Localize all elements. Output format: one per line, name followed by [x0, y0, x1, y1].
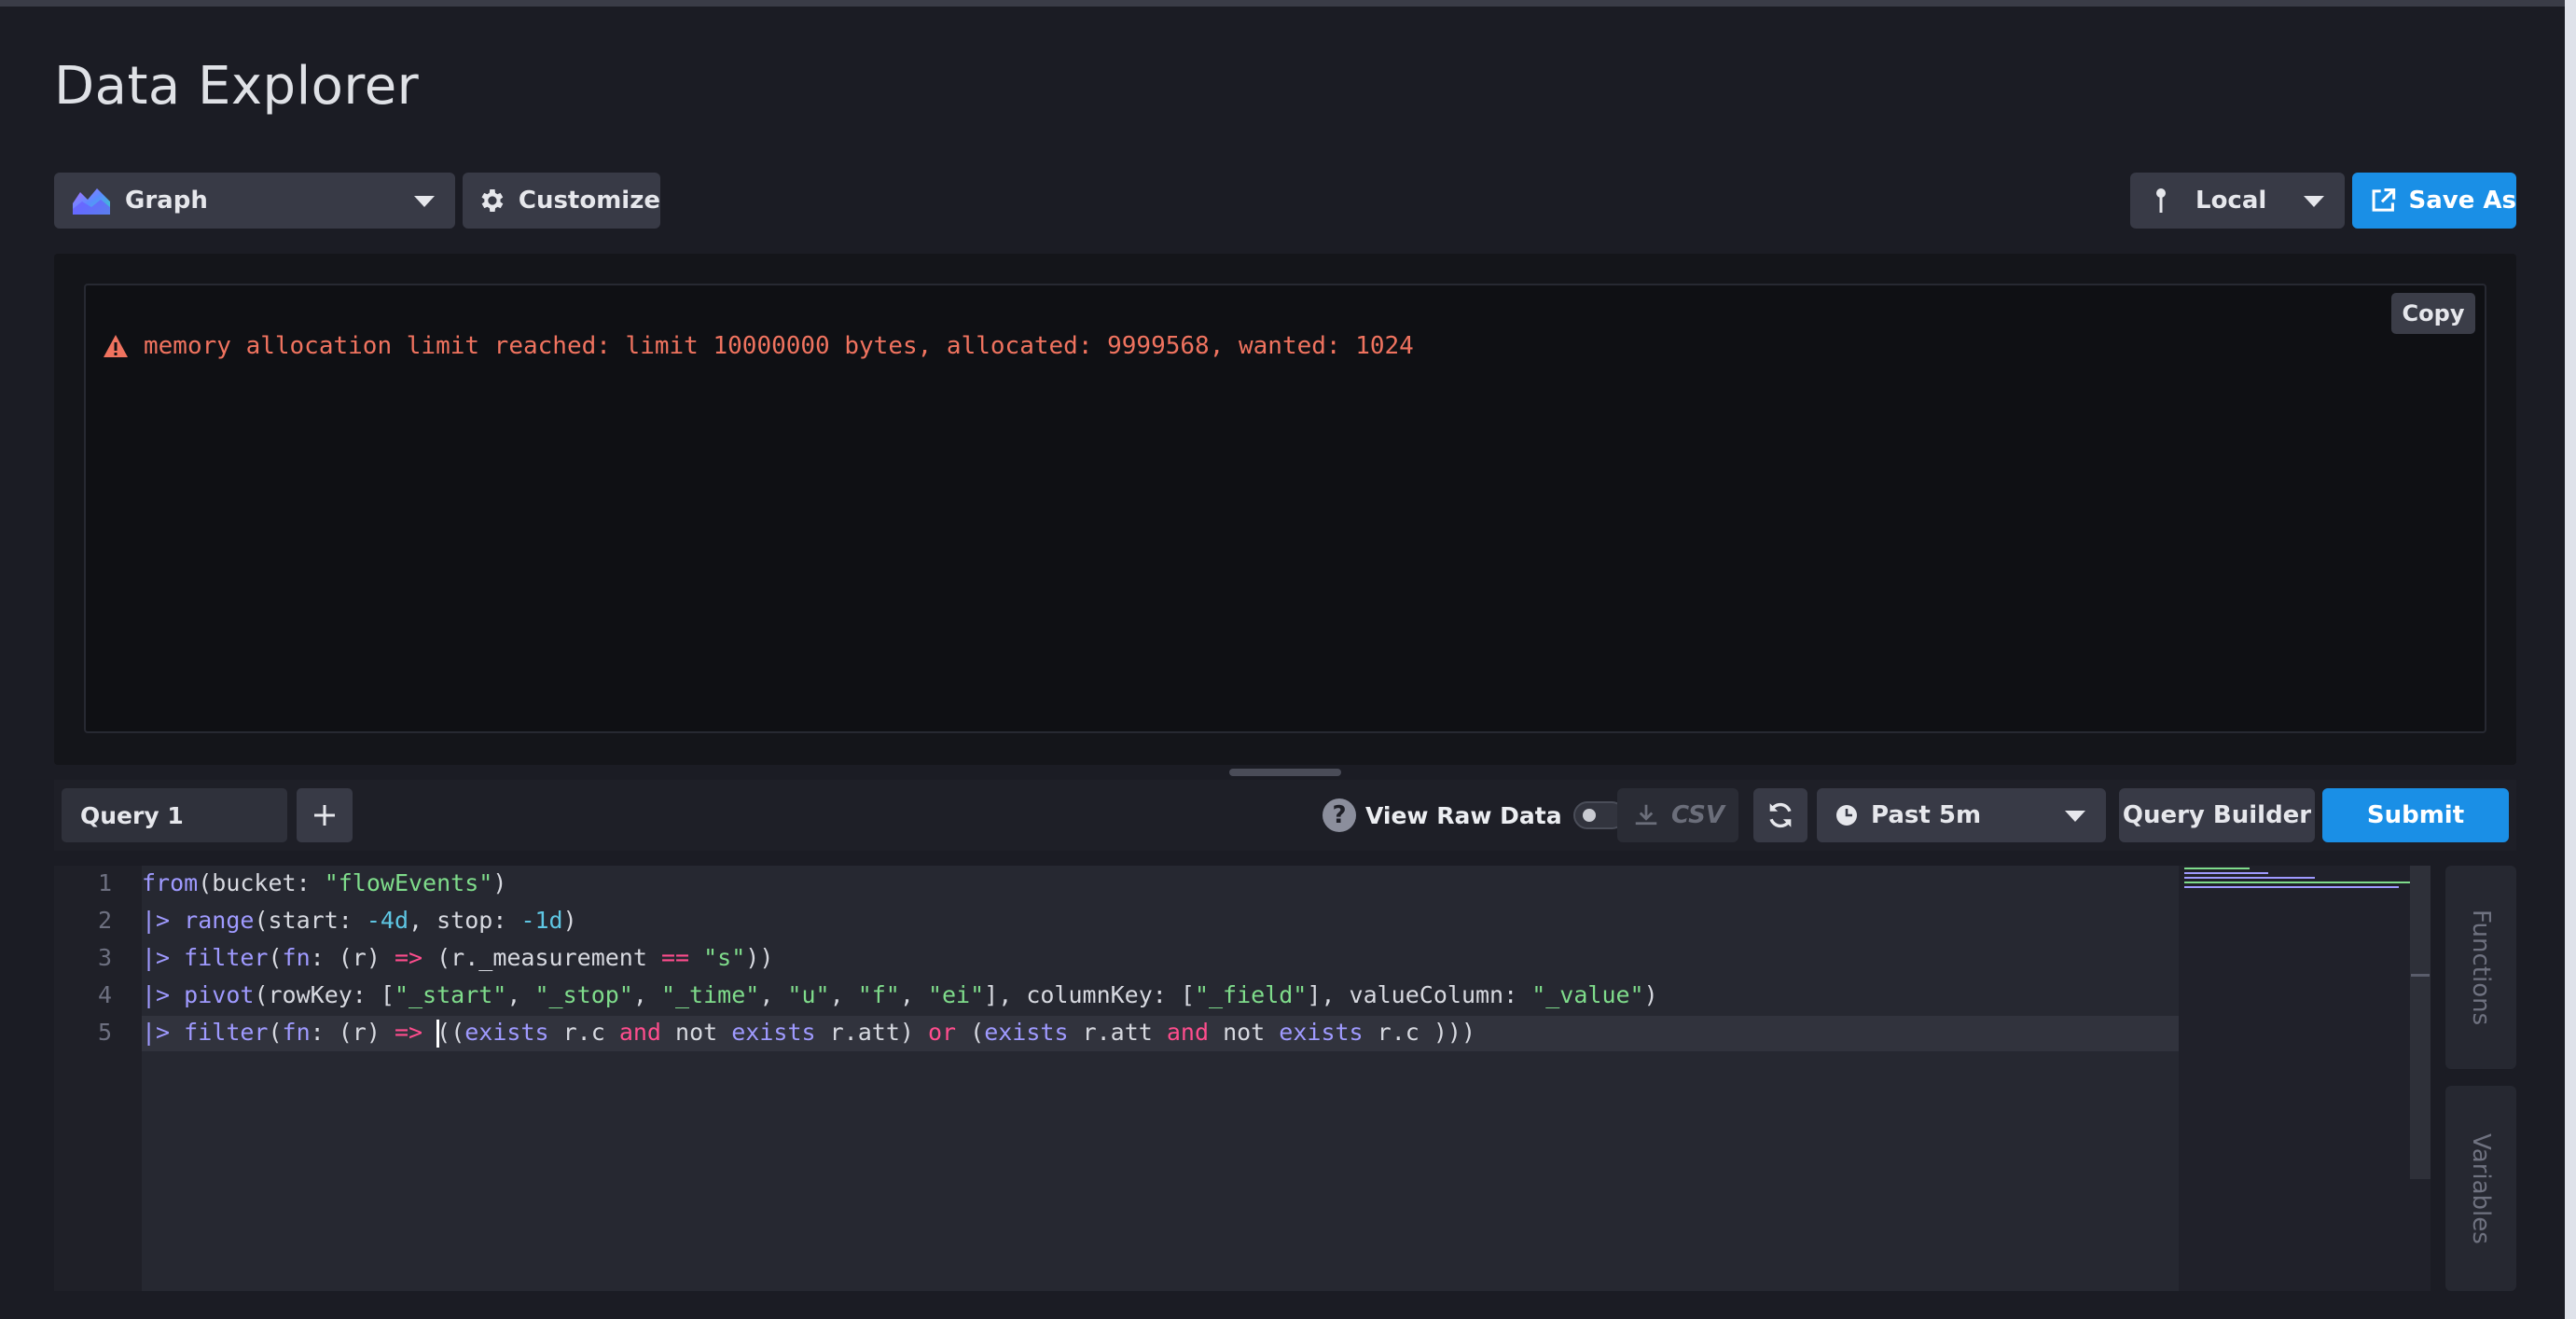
clock-icon: [1836, 805, 1857, 826]
view-raw-data-control: ? View Raw Data: [1323, 795, 1626, 836]
query-builder-button[interactable]: Query Builder: [2119, 788, 2315, 842]
refresh-button[interactable]: [1753, 788, 1807, 842]
text-cursor: [436, 1020, 440, 1048]
page-title: Data Explorer: [54, 56, 420, 117]
chevron-down-icon: [2065, 811, 2085, 822]
save-as-button[interactable]: Save As: [2352, 173, 2516, 229]
csv-label: CSV: [1671, 801, 1725, 829]
variables-tab-label: Variables: [2467, 1132, 2495, 1244]
customize-label: Customize: [518, 187, 660, 215]
csv-download-button[interactable]: CSV: [1617, 788, 1738, 842]
download-icon: [1635, 804, 1657, 826]
code-line[interactable]: from(bucket: "flowEvents"): [142, 869, 506, 896]
line-number: 5: [97, 1019, 112, 1046]
visualization-type-dropdown[interactable]: Graph: [54, 173, 455, 229]
refresh-icon: [1769, 802, 1792, 828]
timezone-dropdown[interactable]: Local: [2130, 173, 2345, 229]
error-message: memory allocation limit reached: limit 1…: [144, 332, 1414, 360]
time-range-label: Past 5m: [1871, 801, 1982, 829]
top-border: [0, 0, 2576, 7]
editor-scrollbar-thumb[interactable]: [2411, 974, 2430, 977]
code-line[interactable]: |> filter(fn: (r) => (r._measurement == …: [142, 944, 773, 971]
error-message-row: memory allocation limit reached: limit 1…: [103, 332, 1414, 360]
view-raw-data-label: View Raw Data: [1365, 801, 1562, 829]
chevron-down-icon: [2304, 196, 2324, 207]
customize-button[interactable]: Customize: [463, 173, 660, 229]
pin-icon: [2156, 188, 2166, 213]
functions-tab[interactable]: Functions: [2445, 866, 2516, 1069]
code-line[interactable]: |> filter(fn: (r) => ((exists r.c and no…: [142, 1019, 1475, 1048]
help-icon[interactable]: ?: [1323, 798, 1356, 832]
query-tab[interactable]: Query 1: [62, 788, 287, 842]
plus-icon: [314, 805, 335, 826]
minimap-preview: [2184, 868, 2416, 888]
gear-icon: [481, 189, 504, 212]
code-line[interactable]: |> range(start: -4d, stop: -1d): [142, 907, 577, 934]
code-line[interactable]: |> pivot(rowKey: ["_start", "_stop", "_t…: [142, 981, 1658, 1008]
add-query-button[interactable]: [297, 788, 353, 842]
line-number: 1: [97, 869, 112, 896]
editor-scrollbar[interactable]: [2410, 866, 2431, 1179]
timezone-label: Local: [2195, 187, 2267, 215]
visualization-type-label: Graph: [125, 187, 208, 215]
time-range-dropdown[interactable]: Past 5m: [1817, 788, 2106, 842]
line-number: 2: [97, 907, 112, 934]
graph-icon: [73, 188, 110, 215]
window-scrollbar[interactable]: [2565, 0, 2576, 1319]
line-number: 3: [97, 944, 112, 971]
code-minimap[interactable]: [2179, 866, 2431, 1291]
chevron-down-icon: [414, 196, 435, 207]
variables-tab[interactable]: Variables: [2445, 1086, 2516, 1291]
save-as-label: Save As: [2408, 187, 2516, 215]
copy-button[interactable]: Copy: [2391, 293, 2475, 334]
functions-tab-label: Functions: [2467, 909, 2495, 1026]
export-icon: [2372, 188, 2396, 212]
line-number: 4: [97, 981, 112, 1008]
submit-button[interactable]: Submit: [2322, 788, 2509, 842]
panel-resize-handle[interactable]: [1229, 769, 1341, 776]
warning-icon: [104, 335, 128, 357]
